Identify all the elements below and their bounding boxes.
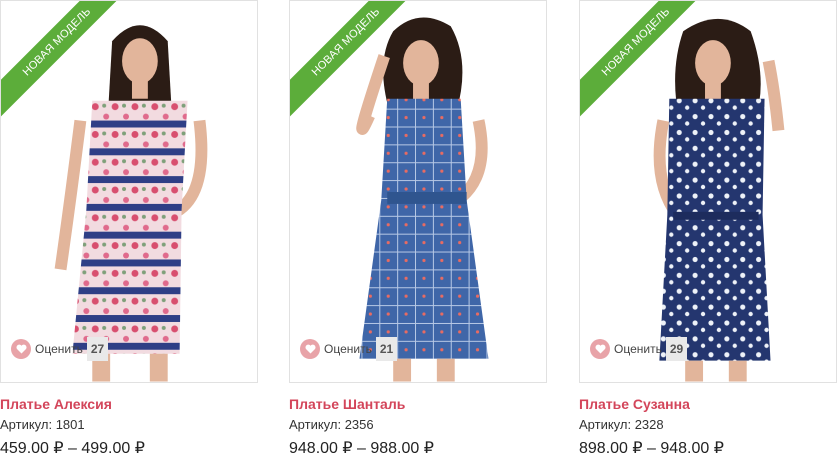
product-price: 459.00 ₽ – 499.00 ₽	[0, 440, 145, 457]
product-image-link[interactable]: НОВАЯ МОДЕЛЬ Оценить 29	[579, 0, 837, 383]
heart-icon[interactable]	[590, 339, 610, 359]
product-card: НОВАЯ МОДЕЛЬ Оценить 21 Платье Шанталь А…	[289, 0, 548, 458]
rate-label[interactable]: Оценить	[614, 342, 662, 356]
product-image-link[interactable]: НОВАЯ МОДЕЛЬ Оценить 27	[0, 0, 258, 383]
product-title-link[interactable]: Платье Алексия	[0, 396, 112, 412]
heart-icon[interactable]	[300, 339, 320, 359]
product-card: НОВАЯ МОДЕЛЬ Оценить 29 Платье Сузанна А…	[579, 0, 838, 458]
rate-widget: Оценить 27	[11, 335, 109, 363]
rate-label[interactable]: Оценить	[35, 342, 83, 356]
product-sku: Артикул: 1801	[0, 417, 85, 432]
product-sku: Артикул: 2356	[289, 417, 374, 432]
rate-count: 27	[86, 337, 109, 361]
product-sku: Артикул: 2328	[579, 417, 664, 432]
product-price: 948.00 ₽ – 988.00 ₽	[289, 440, 434, 457]
rate-widget: Оценить 29	[590, 335, 688, 363]
rate-count: 21	[375, 337, 398, 361]
product-image-link[interactable]: НОВАЯ МОДЕЛЬ Оценить 21	[289, 0, 547, 383]
product-title-link[interactable]: Платье Сузанна	[579, 396, 690, 412]
product-price: 898.00 ₽ – 948.00 ₽	[579, 440, 724, 457]
product-card: НОВАЯ МОДЕЛЬ Оценить 27 Платье Алексия А…	[0, 0, 259, 458]
product-title-link[interactable]: Платье Шанталь	[289, 396, 405, 412]
heart-icon[interactable]	[11, 339, 31, 359]
rate-label[interactable]: Оценить	[324, 342, 372, 356]
rate-widget: Оценить 21	[300, 335, 398, 363]
rate-count: 29	[665, 337, 688, 361]
